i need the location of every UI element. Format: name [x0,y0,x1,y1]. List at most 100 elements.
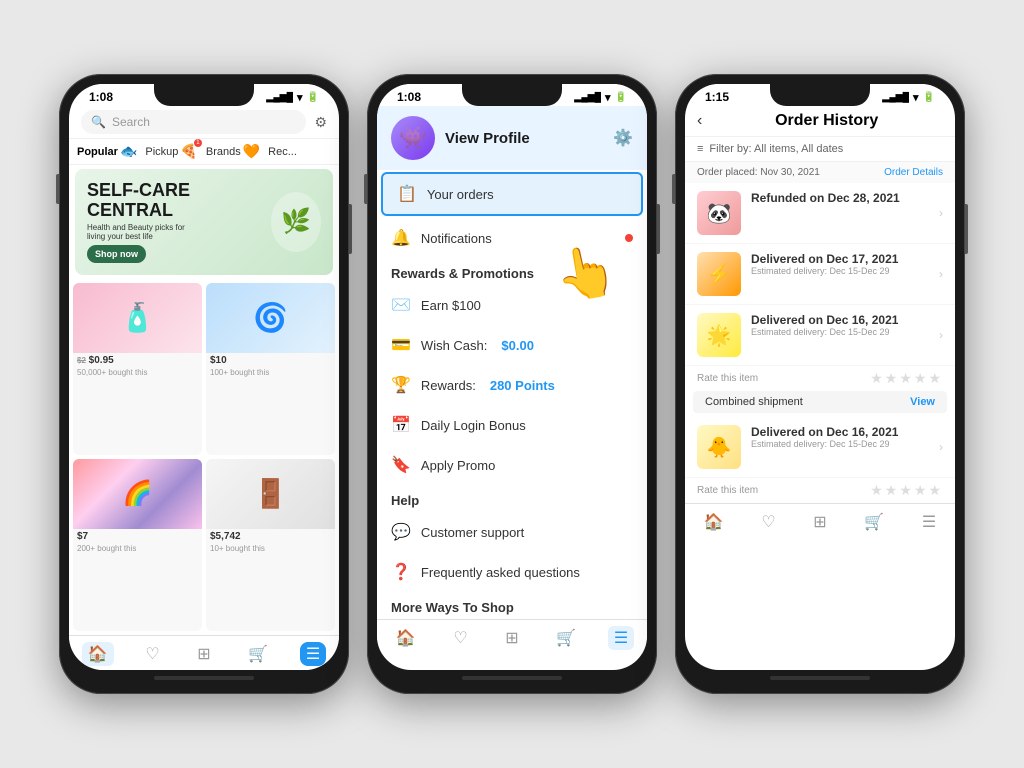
nav-browse-1[interactable]: ⊞ [191,642,216,666]
order-thumb-3: 🌟 [697,313,741,357]
home-icon-3: 🏠 [704,512,724,532]
menu-icon-3: ☰ [922,512,936,532]
phone-1-screen: 1:08 ▂▄▆█ ▾ 🔋 🔍 Search ⚙ Popular [69,84,339,670]
home-indicator-2 [462,676,562,680]
order-status-3: Delivered on Dec 16, 2021 [751,313,929,327]
nav-cart-1[interactable]: 🛒 [242,642,274,666]
time-1: 1:08 [89,90,113,104]
product-2-image: 🌀 [206,283,335,353]
grid-icon-3: ⊞ [813,512,826,532]
menu-icon-1: ☰ [306,644,320,664]
order-info-2: Delivered on Dec 17, 2021 Estimated deli… [751,252,929,276]
product-2-price: $10 [206,353,335,368]
banner-subtitle: Health and Beauty picks forliving your b… [87,223,190,241]
banner-title: SELF-CARECENTRAL [87,181,190,221]
product-grid: 🧴 $2 $0.95 50,000+ bought this 🌀 $10 100… [69,279,339,635]
avatar-emoji: 👾 [399,125,426,151]
cat-popular[interactable]: Popular 🐟 [77,143,137,160]
nav-grid-2[interactable]: ⊞ [499,626,524,650]
order-item-1[interactable]: 🐼 Refunded on Dec 28, 2021 › [685,183,955,244]
wishcash-item[interactable]: 💳 Wish Cash: $0.00 [377,325,647,365]
apply-promo-label: Apply Promo [421,458,495,473]
bell-icon: 🔔 [391,228,411,248]
nav-heart-3[interactable]: ♡ [755,510,781,534]
rewards-item[interactable]: 🏆 Rewards: 280 Points [377,365,647,405]
nav-heart-2[interactable]: ♡ [447,626,473,650]
profile-header[interactable]: 👾 View Profile ⚙️ [377,106,647,170]
order-item-2[interactable]: ⚡ Delivered on Dec 17, 2021 Estimated de… [685,244,955,305]
earn-item[interactable]: ✉️ Earn $100 [377,285,647,325]
bottom-nav-1: 🏠 ♡ ⊞ 🛒 ☰ [69,635,339,670]
home-icon-1: 🏠 [88,644,108,664]
shop-now-button[interactable]: Shop now [87,245,146,263]
order-item-3[interactable]: 🌟 Delivered on Dec 16, 2021 Estimated de… [685,305,955,366]
order-details-link[interactable]: Order Details [884,167,943,178]
rewards-label: Rewards: [421,378,476,393]
stars-2[interactable]: ★★★★★ [870,482,943,499]
filter-text: Filter by: All items, All dates [709,143,843,155]
more-ways-title: More Ways To Shop [377,592,647,619]
page-title: Order History [710,112,943,130]
product-3[interactable]: 🌈 $7 200+ bought this [73,459,202,631]
order-est-4: Estimated delivery: Dec 15-Dec 29 [751,439,929,449]
nav-menu-2[interactable]: ☰ [608,626,634,650]
product-2-buyers: 100+ bought this [206,368,335,379]
product-4[interactable]: 🚪 $5,742 10+ bought this [206,459,335,631]
chat-icon: 💬 [391,522,411,542]
notifications-item[interactable]: 🔔 Notifications [377,218,647,258]
apply-promo-item[interactable]: 🔖 Apply Promo [377,445,647,485]
bottom-nav-2: 🏠 ♡ ⊞ 🛒 ☰ [377,619,647,654]
order-info-3: Delivered on Dec 16, 2021 Estimated deli… [751,313,929,337]
customer-support-item[interactable]: 💬 Customer support [377,512,647,552]
order-history-header: ‹ Order History [685,106,955,137]
promo-banner: SELF-CARECENTRAL Health and Beauty picks… [75,169,333,275]
heart-icon-1: ♡ [145,644,159,664]
cat-rec[interactable]: Rec... [268,146,297,158]
product-4-price: $5,742 [206,529,335,544]
product-2[interactable]: 🌀 $10 100+ bought this [206,283,335,455]
product-1-image: 🧴 [73,283,202,353]
rate-bar-1: Rate this item ★★★★★ [685,366,955,391]
combined-view-link[interactable]: View [910,396,935,408]
time-2: 1:08 [397,90,421,104]
cart-icon-1: 🛒 [248,644,268,664]
phone-3-screen: 1:15 ▂▄▆█ ▾ 🔋 ‹ Order History ≡ Filter b… [685,84,955,670]
combined-shipment-bar: Combined shipment View [693,391,947,413]
daily-login-label: Daily Login Bonus [421,418,526,433]
your-orders-item[interactable]: 📋 Your orders [381,172,643,216]
phone-2: 1:08 ▂▄▆█ ▾ 🔋 👾 View Profile ⚙️ 📋 [367,74,657,694]
filter-icon[interactable]: ⚙ [314,114,327,131]
nav-cart-2[interactable]: 🛒 [550,626,582,650]
filter-bar[interactable]: ≡ Filter by: All items, All dates [685,137,955,162]
nav-cart-3[interactable]: 🛒 [858,510,890,534]
calendar-icon: 📅 [391,415,411,435]
faq-item[interactable]: ❓ Frequently asked questions [377,552,647,592]
search-bar[interactable]: 🔍 Search [81,110,306,134]
nav-home-3[interactable]: 🏠 [698,510,730,534]
cat-brands[interactable]: Brands 🧡 [206,143,260,160]
help-section: 💬 Customer support ❓ Frequently asked qu… [377,512,647,592]
wifi-icon-3: ▾ [913,91,919,104]
stars-1[interactable]: ★★★★★ [870,370,943,387]
notifications-label: Notifications [421,231,492,246]
nav-home-2[interactable]: 🏠 [390,626,422,650]
nav-grid-3[interactable]: ⊞ [807,510,832,534]
nav-wishlist-1[interactable]: ♡ [139,642,165,666]
rewards-value: 280 Points [490,378,555,393]
trophy-icon: 🏆 [391,375,411,395]
settings-icon[interactable]: ⚙️ [613,128,633,148]
nav-menu-1[interactable]: ☰ [300,642,326,666]
banner-text: SELF-CARECENTRAL Health and Beauty picks… [87,181,190,263]
back-arrow[interactable]: ‹ [697,112,702,130]
product-1[interactable]: 🧴 $2 $0.95 50,000+ bought this [73,283,202,455]
rate-label-2: Rate this item [697,485,758,496]
daily-login-item[interactable]: 📅 Daily Login Bonus [377,405,647,445]
nav-menu-3[interactable]: ☰ [916,510,942,534]
order-item-4[interactable]: 🐥 Delivered on Dec 16, 2021 Estimated de… [685,417,955,478]
bottom-nav-3: 🏠 ♡ ⊞ 🛒 ☰ [685,503,955,538]
cat-pickup[interactable]: Pickup 1🍕 [145,143,197,160]
order-est-2: Estimated delivery: Dec 15-Dec 29 [751,266,929,276]
rate-label-1: Rate this item [697,373,758,384]
search-text: Search [112,115,150,129]
nav-home-1[interactable]: 🏠 [82,642,114,666]
